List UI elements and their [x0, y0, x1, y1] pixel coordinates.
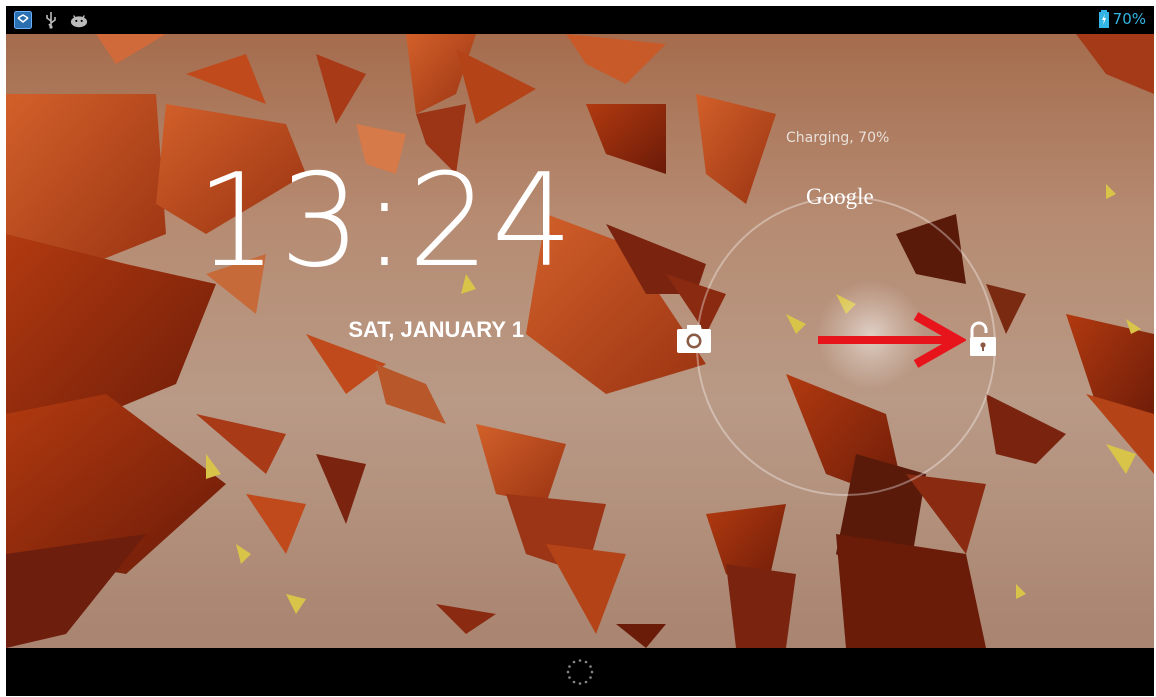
red-arrow-annotation: [818, 312, 966, 368]
camera-icon[interactable]: [676, 324, 712, 354]
usb-icon: [46, 12, 56, 29]
status-bar-right: 70%: [1098, 10, 1146, 28]
notification-message-icon[interactable]: [14, 11, 32, 29]
navigation-bar: [6, 648, 1154, 696]
device-screen: 70% Charging, 70% Google 13:24 SAT, JANU…: [6, 6, 1154, 696]
android-debug-icon: [70, 15, 88, 28]
loading-spinner-icon: [566, 659, 594, 685]
lockscreen-wallpaper: Charging, 70% Google 13:24 SAT, JANUARY …: [6, 34, 1154, 648]
battery-charging-icon: [1098, 10, 1109, 28]
charging-status: Charging, 70%: [786, 130, 890, 146]
battery-percentage: 70%: [1112, 10, 1146, 28]
lockscreen-clock: 13:24: [196, 147, 575, 296]
status-bar-left-icons: [14, 11, 88, 29]
lockscreen-date: SAT, JANUARY 1: [348, 317, 524, 342]
status-bar: 70%: [6, 6, 1154, 34]
unlock-icon[interactable]: [968, 321, 998, 357]
